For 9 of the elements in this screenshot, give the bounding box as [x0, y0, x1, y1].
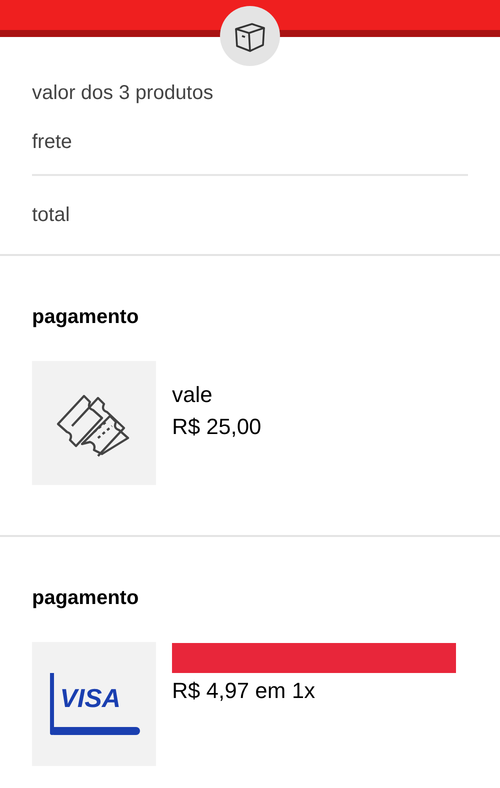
payment-amount: R$ 4,97 em 1x [172, 677, 316, 705]
section-heading: pagamento [32, 586, 140, 611]
section-heading: pagamento [32, 305, 140, 330]
summary-label: frete [32, 130, 74, 154]
summary-label: total [32, 203, 71, 228]
payment-amount: R$ 25,00 [172, 413, 262, 441]
summary-label: valor dos 3 produtos [32, 80, 214, 106]
visa-card-logo: VISA [48, 673, 140, 735]
payment-name: vale [172, 381, 214, 409]
